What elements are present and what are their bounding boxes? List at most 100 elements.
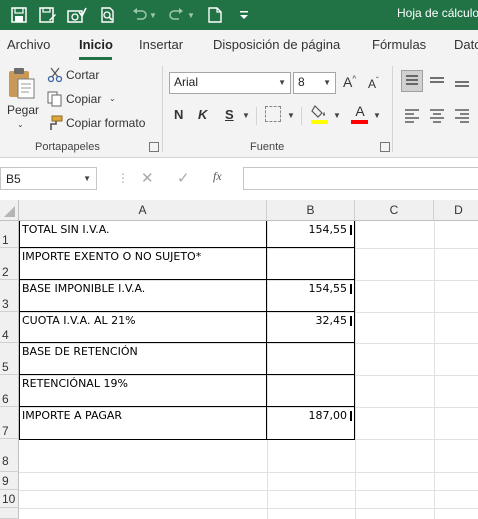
cell-a6[interactable]: RETENCIÓNAL 19% — [22, 377, 264, 390]
column-header-a[interactable]: A — [19, 200, 267, 221]
title-bar: ▼ ▼ Hoja de cálculo — [0, 0, 478, 30]
tab-archivo[interactable]: Archivo — [7, 37, 50, 52]
name-box[interactable]: B5 ▼ — [0, 167, 97, 190]
column-header-b[interactable]: B — [267, 200, 355, 221]
borders-icon[interactable] — [265, 106, 281, 122]
spreadsheet-grid[interactable]: A B C D 1 2 3 4 5 6 7 8 9 10 TOTAL SIN I… — [0, 200, 478, 519]
tab-inicio[interactable]: Inicio — [79, 37, 113, 52]
row-header-2[interactable]: 2 — [0, 248, 19, 280]
camera-save-icon[interactable] — [66, 4, 88, 26]
tab-formulas[interactable]: Fórmulas — [372, 37, 426, 52]
format-painter-button[interactable]: Copiar formato — [66, 116, 145, 130]
cell-b3[interactable]: 154,55 — [268, 282, 350, 295]
cancel-entry-icon[interactable]: ✕ — [141, 169, 154, 187]
scissors-icon — [47, 67, 65, 83]
row-header-11[interactable] — [0, 508, 19, 519]
copy-button[interactable]: Copiar — [66, 92, 101, 106]
table-border — [19, 342, 355, 343]
increase-font-size-icon[interactable]: A^ — [343, 74, 356, 90]
font-name-select[interactable]: Arial ▼ — [169, 72, 291, 94]
cell-a7[interactable]: IMPORTE A PAGAR — [22, 409, 264, 422]
group-separator — [392, 66, 393, 152]
align-top-icon[interactable] — [401, 70, 423, 92]
redo-icon[interactable] — [166, 4, 188, 26]
align-right-icon[interactable] — [453, 106, 471, 124]
separator — [301, 107, 302, 125]
select-all-corner[interactable] — [0, 200, 19, 221]
undo-icon[interactable] — [128, 4, 150, 26]
font-color-icon[interactable]: A — [351, 103, 369, 125]
overflow-marker — [350, 411, 352, 421]
table-border — [19, 311, 355, 312]
tab-insertar[interactable]: Insertar — [139, 37, 183, 52]
cell-a1[interactable]: TOTAL SIN I.V.A. — [22, 223, 264, 236]
align-middle-icon[interactable] — [428, 72, 446, 90]
row-header-3[interactable]: 3 — [0, 280, 19, 312]
italic-button[interactable]: K — [198, 107, 207, 122]
undo-dropdown-icon[interactable]: ▼ — [149, 11, 157, 20]
row-header-1[interactable]: 1 — [0, 221, 19, 248]
save-icon[interactable] — [8, 4, 30, 26]
more-options-icon[interactable]: ⋮ — [117, 171, 129, 185]
tab-disposicion-pagina[interactable]: Disposición de página — [213, 37, 340, 52]
underline-dropdown-icon[interactable]: ▼ — [242, 111, 250, 120]
format-painter-icon — [47, 115, 65, 131]
new-file-icon[interactable] — [204, 4, 226, 26]
underline-button[interactable]: S — [225, 107, 234, 122]
align-left-icon[interactable] — [403, 106, 421, 124]
customize-toolbar-icon[interactable] — [233, 4, 255, 26]
cell-a2[interactable]: IMPORTE EXENTO O NO SUJETO* — [22, 250, 264, 263]
font-launcher-icon[interactable] — [380, 142, 390, 152]
table-border — [19, 406, 355, 407]
cell-b1[interactable]: 154,55 — [268, 223, 350, 236]
row-header-10[interactable]: 10 — [0, 490, 19, 508]
formula-bar: B5 ▼ ⋮ ✕ ✓ fx — [0, 158, 478, 200]
cell-a4[interactable]: CUOTA I.V.A. AL 21% — [22, 314, 264, 327]
save-as-icon[interactable] — [37, 4, 59, 26]
paste-dropdown-icon[interactable]: ⌄ — [17, 120, 24, 129]
cell-a3[interactable]: BASE IMPONIBLE I.V.A. — [22, 282, 264, 295]
font-size-select[interactable]: 8 ▼ — [293, 72, 336, 94]
row-header-4[interactable]: 4 — [0, 312, 19, 343]
fill-color-icon[interactable] — [311, 103, 329, 125]
gridline — [19, 472, 478, 473]
print-preview-icon[interactable] — [97, 4, 119, 26]
cell-b7[interactable]: 187,00 — [268, 409, 350, 422]
cell-b4[interactable]: 32,45 — [268, 314, 350, 327]
borders-dropdown-icon[interactable]: ▼ — [287, 111, 295, 120]
overflow-marker — [350, 316, 352, 326]
bold-button[interactable]: N — [174, 107, 183, 122]
row-header-9[interactable]: 9 — [0, 472, 19, 490]
font-color-dropdown-icon[interactable]: ▼ — [373, 111, 381, 120]
decrease-font-size-icon[interactable]: Aˇ — [368, 76, 379, 91]
row-header-7[interactable]: 7 — [0, 407, 19, 439]
insert-function-button[interactable]: fx — [213, 169, 222, 184]
column-header-d[interactable]: D — [434, 200, 478, 221]
clipboard-icon — [9, 68, 35, 99]
row-header-8[interactable]: 8 — [0, 439, 19, 472]
cell-a5[interactable]: BASE DE RETENCIÓN — [22, 345, 264, 358]
font-size-value: 8 — [298, 75, 305, 89]
row-header-5[interactable]: 5 — [0, 343, 19, 375]
copy-icon — [47, 91, 65, 107]
gridline — [355, 221, 356, 519]
confirm-entry-icon[interactable]: ✓ — [177, 169, 190, 187]
row-header-6[interactable]: 6 — [0, 375, 19, 407]
formula-input[interactable] — [243, 167, 478, 190]
redo-dropdown-icon[interactable]: ▼ — [187, 11, 195, 20]
clipboard-group-label: Portapapeles — [35, 141, 100, 153]
column-header-c[interactable]: C — [355, 200, 434, 221]
paste-button[interactable]: Pegar — [5, 66, 39, 118]
separator — [256, 107, 257, 125]
fill-color-dropdown-icon[interactable]: ▼ — [333, 111, 341, 120]
align-bottom-icon[interactable] — [453, 72, 471, 90]
window-title: Hoja de cálculo — [397, 6, 478, 20]
table-border — [266, 221, 267, 440]
cut-button[interactable]: Cortar — [66, 68, 99, 82]
overflow-marker — [350, 225, 352, 235]
copy-dropdown-icon[interactable]: ⌄ — [109, 94, 116, 103]
align-center-icon[interactable] — [428, 106, 446, 124]
paste-label: Pegar — [7, 103, 40, 117]
clipboard-launcher-icon[interactable] — [149, 142, 159, 152]
tab-datos[interactable]: Datos — [454, 37, 478, 52]
